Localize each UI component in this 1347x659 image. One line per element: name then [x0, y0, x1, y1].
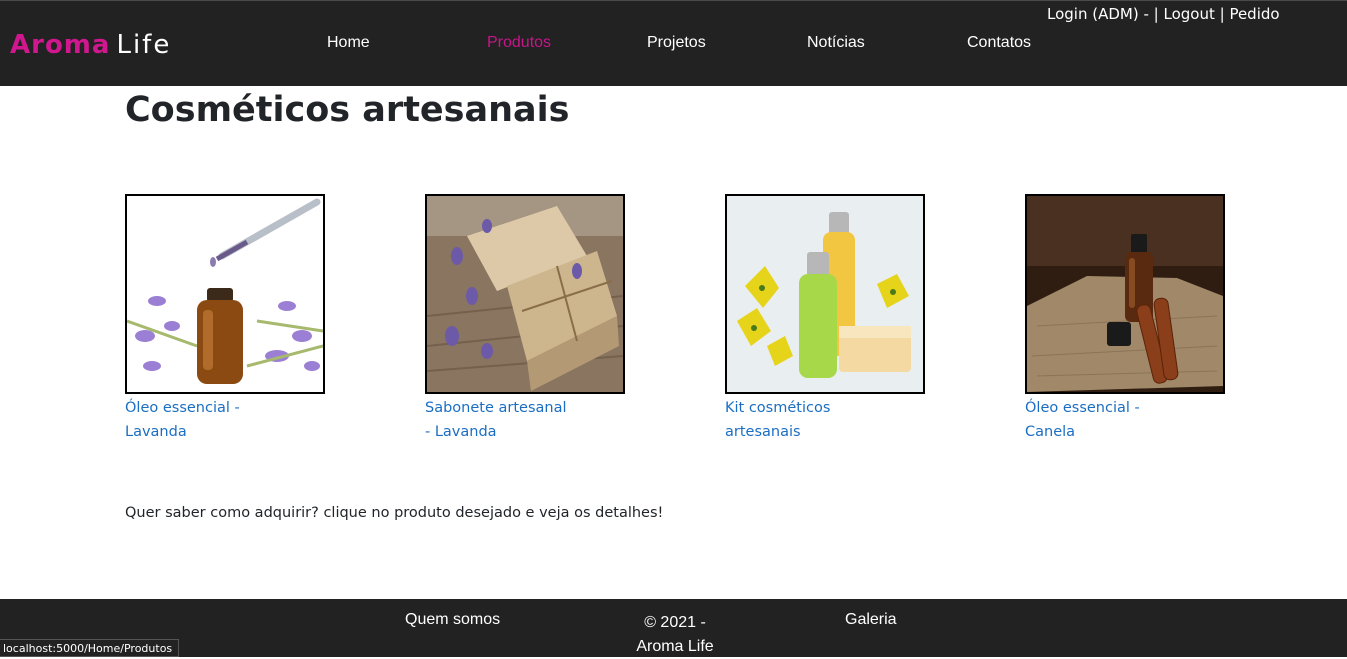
nav-produtos[interactable]: Produtos	[487, 34, 551, 52]
nav-projetos[interactable]: Projetos	[647, 34, 706, 52]
logo-life: Life	[116, 30, 172, 60]
product-image-link[interactable]	[125, 194, 325, 394]
product-name-link[interactable]: Óleo essencial - Canela	[1025, 396, 1175, 444]
product-name-link[interactable]: Sabonete artesanal - Lavanda	[425, 396, 575, 444]
product-card: Sabonete artesanal - Lavanda	[425, 194, 625, 444]
logo-aroma: Aroma	[10, 30, 111, 60]
brand-logo[interactable]: Aroma Life	[10, 29, 171, 61]
logout-link[interactable]: Logout	[1163, 5, 1214, 23]
product-card: Óleo essencial - Lavanda	[125, 194, 325, 444]
lavender-oil-image	[127, 196, 323, 392]
page-title: Cosméticos artesanais	[125, 90, 570, 130]
product-name-link[interactable]: Óleo essencial - Lavanda	[125, 396, 275, 444]
account-links: Login (ADM) - | Logout | Pedido	[1047, 5, 1280, 23]
nav-contatos[interactable]: Contatos	[967, 34, 1031, 52]
browser-status-url: localhost:5000/Home/Produtos	[0, 639, 180, 657]
lavender-soap-image	[427, 196, 623, 392]
product-name-link[interactable]: Kit cosméticos artesanais	[725, 396, 875, 444]
purchase-hint: Quer saber como adquirir? clique no prod…	[125, 505, 664, 521]
separator: |	[1214, 5, 1230, 23]
pedido-link[interactable]: Pedido	[1229, 5, 1279, 23]
footer-copyright: © 2021 - Aroma Life	[636, 614, 714, 655]
cosmetics-kit-image	[727, 196, 923, 392]
product-image-link[interactable]	[1025, 194, 1225, 394]
nav-home[interactable]: Home	[327, 34, 370, 52]
footer-gallery-link[interactable]: Galeria	[845, 611, 897, 629]
footer-about-link[interactable]: Quem somos	[405, 611, 500, 629]
cinnamon-oil-image	[1027, 196, 1223, 392]
product-card: Kit cosméticos artesanais	[725, 194, 925, 444]
top-navbar: Aroma Life Home Produtos Projetos Notícia…	[0, 0, 1347, 86]
product-image-link[interactable]	[425, 194, 625, 394]
nav-noticias[interactable]: Notícias	[807, 34, 865, 52]
login-link[interactable]: Login (ADM)	[1047, 5, 1139, 23]
product-card: Óleo essencial - Canela	[1025, 194, 1225, 444]
product-image-link[interactable]	[725, 194, 925, 394]
footer: Quem somos © 2021 - Aroma Life Galeria	[0, 599, 1347, 657]
separator: - |	[1138, 5, 1164, 23]
